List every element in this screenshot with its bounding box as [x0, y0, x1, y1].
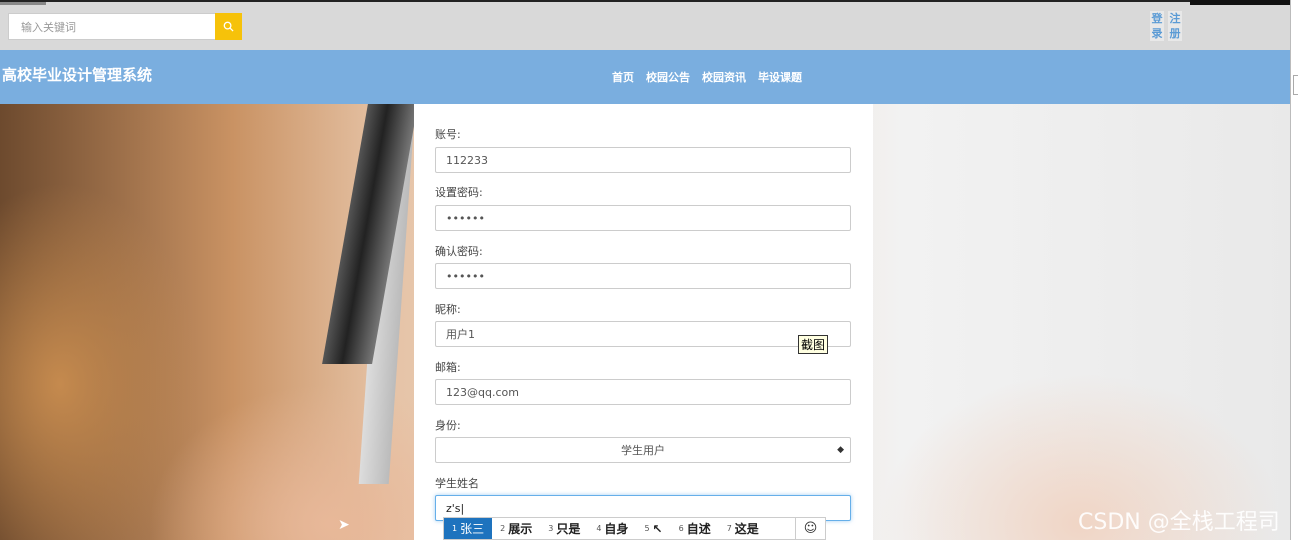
search-button[interactable] — [215, 13, 242, 40]
login-link[interactable]: 登录 — [1150, 11, 1164, 41]
emoji-icon[interactable]: ☺ — [795, 518, 825, 539]
ime-candidate[interactable]: 5 ↖ — [636, 518, 670, 539]
register-link[interactable]: 注册 — [1168, 11, 1182, 41]
ime-candidate-bar: 1 张三 2 展示 3 只是 4 自身 5 ↖ 6 自述 7 这是 ☺ — [443, 517, 826, 540]
ime-candidate[interactable]: 3 只是 — [540, 518, 588, 539]
window-right-edge — [1290, 0, 1298, 540]
student-name-label: 学生姓名 — [435, 477, 479, 490]
site-title[interactable]: 高校毕业设计管理系统 — [2, 64, 152, 85]
nickname-label: 昵称: — [435, 303, 461, 316]
ime-candidate[interactable]: 6 自述 — [671, 518, 719, 539]
ime-candidate[interactable]: 2 展示 — [492, 518, 540, 539]
select-arrow-icon: ◆ — [837, 445, 844, 455]
search-input[interactable]: 输入关键词 — [8, 13, 215, 40]
password-field[interactable]: •••••• — [435, 205, 851, 231]
nav-menu: 首页 校园公告 校园资讯 毕设课题 — [612, 69, 802, 85]
watermark: CSDN @全栈工程司 — [1078, 510, 1280, 535]
nav-item-announcements[interactable]: 校园公告 — [646, 69, 690, 85]
ime-candidate[interactable]: 7 这是 — [719, 518, 767, 539]
identity-select[interactable]: 学生用户 ◆ — [435, 437, 851, 463]
confirm-password-label: 确认密码: — [435, 245, 483, 258]
top-right-strip — [1190, 0, 1290, 5]
nav-item-news[interactable]: 校园资讯 — [702, 69, 746, 85]
email-label: 邮箱: — [435, 361, 461, 374]
top-bar: 输入关键词 登录 注册 — [0, 0, 1290, 50]
nav-item-home[interactable]: 首页 — [612, 69, 634, 85]
search-icon — [223, 21, 234, 32]
main-nav: 高校毕业设计管理系统 首页 校园公告 校园资讯 毕设课题 — [0, 50, 1290, 104]
edge-marker — [1293, 75, 1298, 95]
ime-candidate[interactable]: 1 张三 — [444, 518, 493, 539]
mouse-cursor-icon: ➤ — [338, 517, 350, 533]
confirm-password-field[interactable]: •••••• — [435, 263, 851, 289]
account-label: 账号: — [435, 128, 461, 141]
identity-label: 身份: — [435, 419, 461, 432]
nickname-field[interactable]: 用户1 — [435, 321, 851, 347]
screenshot-tooltip: 截图 — [798, 335, 829, 354]
identity-value: 学生用户 — [621, 444, 665, 457]
account-field[interactable]: 112233 — [435, 147, 851, 173]
page-load-progress — [0, 2, 46, 5]
email-field[interactable]: 123@qq.com — [435, 379, 851, 405]
auth-links: 登录 注册 — [1150, 11, 1182, 41]
ime-candidate[interactable]: 4 自身 — [588, 518, 636, 539]
nav-item-topics[interactable]: 毕设课题 — [758, 69, 802, 85]
password-label: 设置密码: — [435, 186, 483, 199]
register-form: 账号: 112233 设置密码: •••••• 确认密码: •••••• 昵称:… — [414, 104, 873, 540]
